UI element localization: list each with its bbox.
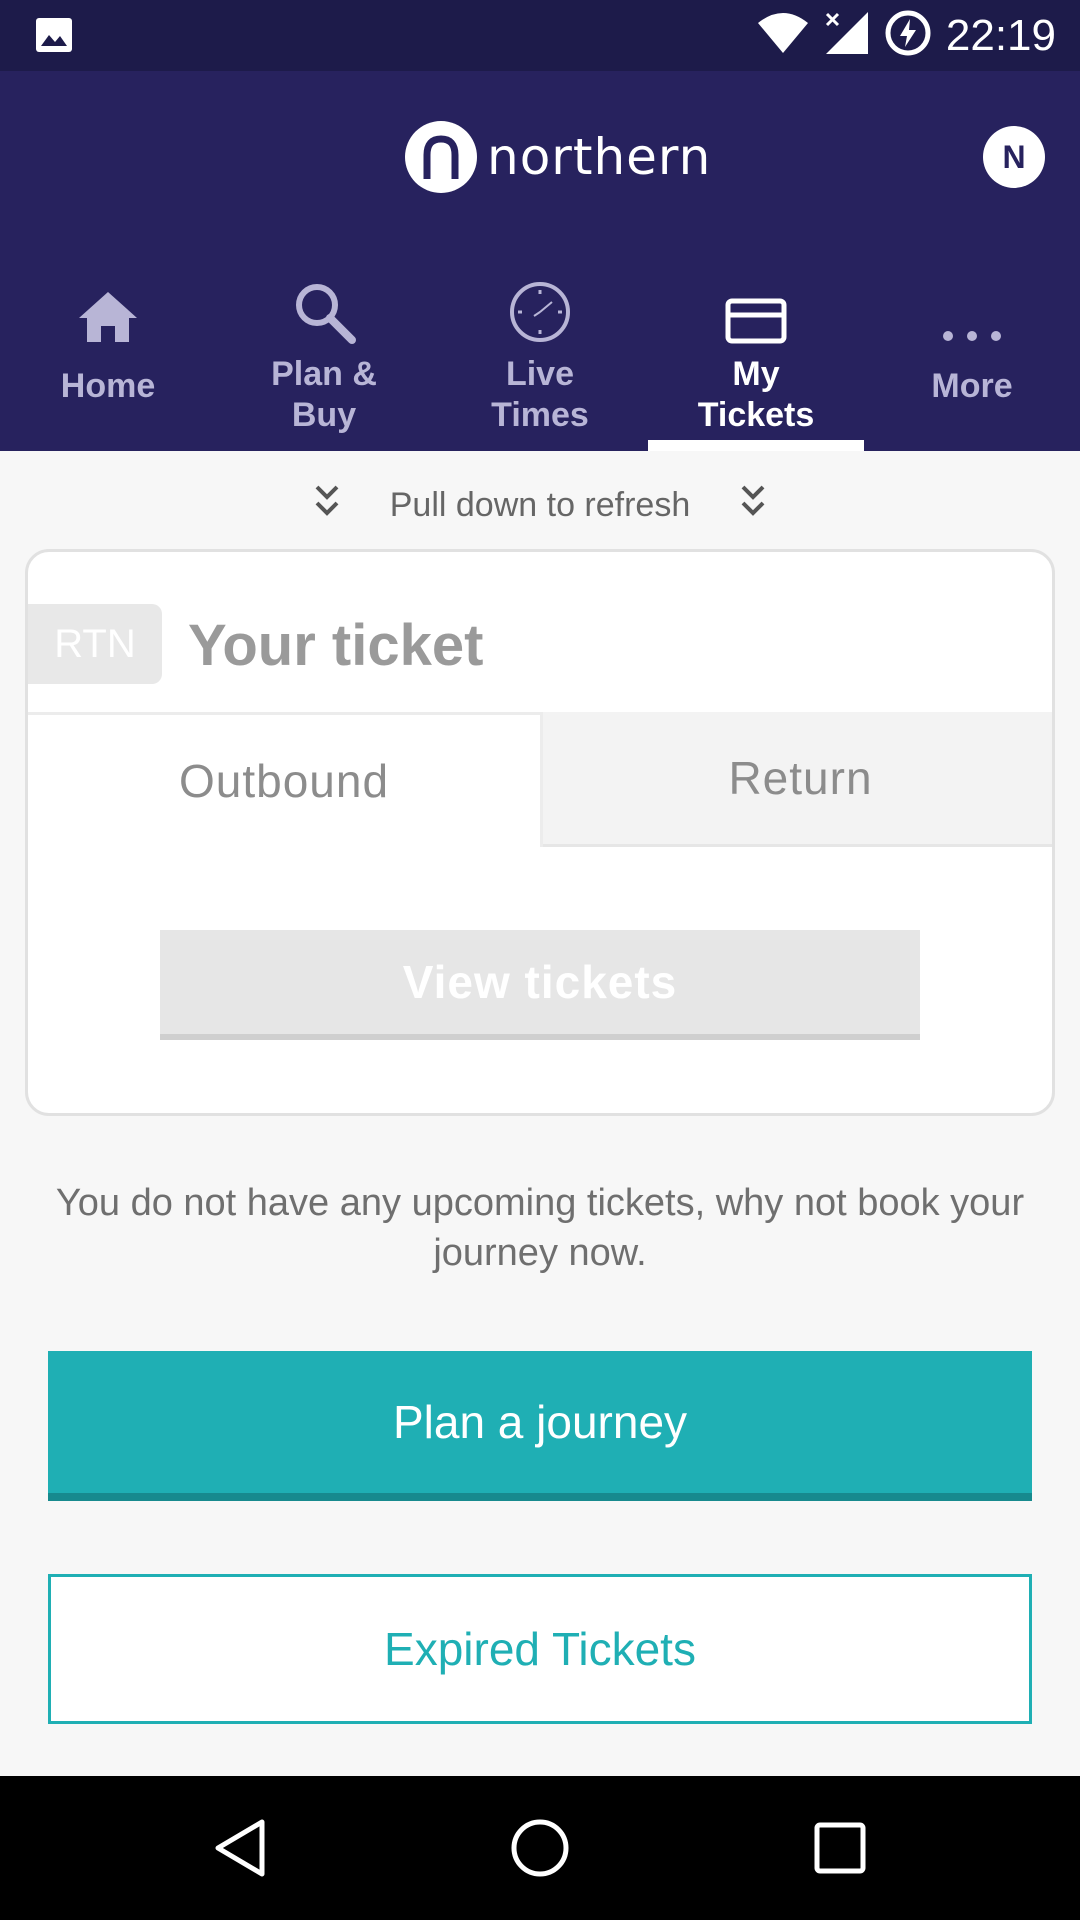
ticket-card-title: Your ticket — [188, 613, 484, 678]
nav-label-more: More — [931, 367, 1013, 405]
tab-return[interactable]: Return — [543, 712, 1052, 847]
journey-tabs: Outbound Return — [28, 712, 1052, 847]
recents-icon[interactable] — [812, 1776, 868, 1920]
status-time: 22:19 — [945, 10, 1056, 60]
nav-label-my-tickets: My Tickets — [697, 355, 815, 434]
nav-label-home: Home — [60, 367, 156, 405]
system-nav-bar — [0, 1776, 1080, 1920]
nav-item-plan-buy[interactable]: Plan & Buy — [216, 261, 432, 451]
ticket-type-badge: RTN — [28, 604, 162, 684]
empty-tickets-message: You do not have any upcoming tickets, wh… — [55, 1182, 1025, 1274]
nav-label-plan-buy: Plan & Buy — [271, 355, 377, 434]
active-tab-indicator — [648, 440, 864, 451]
wifi-icon — [756, 11, 810, 60]
home-circle-icon[interactable] — [508, 1776, 572, 1920]
nav-item-more[interactable]: More — [864, 261, 1080, 451]
logo-text: northern — [487, 128, 712, 186]
back-icon[interactable] — [210, 1776, 270, 1920]
northern-logo-icon — [405, 121, 477, 193]
nav-item-my-tickets[interactable]: My Tickets — [648, 261, 864, 451]
gallery-icon — [35, 17, 73, 58]
signal-icon — [824, 10, 870, 61]
view-tickets-button[interactable]: View tickets — [160, 930, 920, 1040]
clock-icon — [508, 266, 572, 344]
chevron-double-down-icon — [740, 484, 766, 527]
main-nav: Home Plan & Buy Live Times My Tickets Mo… — [0, 261, 1080, 451]
home-icon — [77, 266, 139, 344]
avatar[interactable]: N — [983, 126, 1045, 188]
pull-to-refresh: Pull down to refresh — [0, 470, 1080, 540]
ticket-card: RTN Your ticket Outbound Return View tic… — [25, 549, 1055, 1116]
nav-item-home[interactable]: Home — [0, 261, 216, 451]
plan-journey-button[interactable]: Plan a journey — [48, 1351, 1032, 1501]
refresh-text: Pull down to refresh — [389, 485, 691, 524]
battery-charging-icon — [884, 9, 932, 62]
nav-item-live-times[interactable]: Live Times — [432, 261, 648, 451]
expired-tickets-button[interactable]: Expired Tickets — [48, 1574, 1032, 1724]
status-bar: 22:19 — [0, 0, 1080, 71]
tab-outbound[interactable]: Outbound — [28, 712, 543, 847]
nav-label-live-times: Live Times — [491, 355, 589, 434]
more-icon — [940, 266, 1004, 344]
chevron-double-down-icon — [314, 484, 340, 527]
ticket-icon — [725, 266, 787, 344]
search-icon — [292, 266, 356, 344]
northern-logo[interactable]: northern — [405, 121, 711, 193]
app-header: northern N Home Plan & Buy Live Times My — [0, 71, 1080, 451]
